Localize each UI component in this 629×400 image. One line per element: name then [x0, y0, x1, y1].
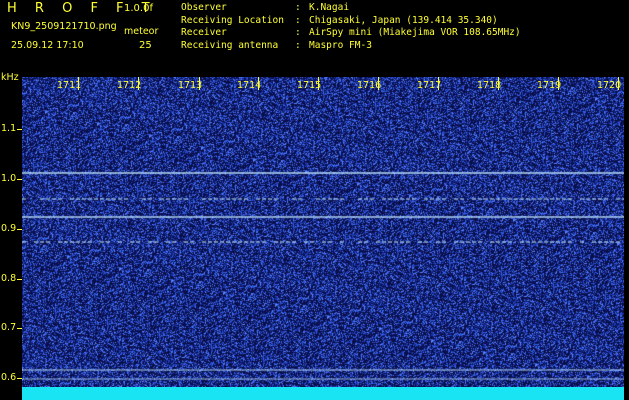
right-frame — [624, 72, 629, 400]
y-tick-label: 0.8 — [1, 273, 17, 284]
y-tick-mark — [17, 378, 22, 379]
y-tick-label: 0.9 — [1, 223, 17, 234]
info-row-antenna: Receiving antenna: Maspro FM-3 — [181, 39, 372, 51]
x-tick-mark — [498, 77, 499, 90]
meteor-count: 25 — [139, 40, 152, 51]
info-key: Receiving Location — [181, 14, 284, 26]
x-tick-mark — [318, 77, 319, 90]
header: H R O F F T 1.0.0f KN9_2509121710.png 25… — [0, 0, 629, 72]
y-tick-mark — [17, 179, 22, 180]
x-tick-mark — [138, 77, 139, 90]
meteor-label: meteor — [124, 26, 159, 37]
spectrogram-canvas — [22, 77, 624, 387]
spectrogram-bottom-band — [22, 387, 624, 400]
info-row-observer: Observer: K.Nagai — [181, 2, 350, 13]
version-label: 1.0.0f — [124, 3, 153, 14]
x-tick-mark — [78, 77, 79, 90]
frequency-axis: kHz — [0, 72, 22, 400]
y-tick-mark — [17, 129, 22, 130]
x-tick-mark — [258, 77, 259, 90]
info-key: Observer — [181, 2, 227, 13]
info-key: Receiver — [181, 27, 227, 38]
y-tick-mark — [17, 328, 22, 329]
y-tick-label: 0.6 — [1, 372, 17, 383]
axis-unit-label: kHz — [1, 72, 19, 83]
y-tick-label: 1.1 — [1, 123, 17, 134]
datetime-label: 25.09.12 17:10 — [11, 40, 84, 51]
y-tick-mark — [17, 229, 22, 230]
x-tick-mark — [199, 77, 200, 90]
y-tick-mark — [17, 279, 22, 280]
info-value: Maspro FM-3 — [309, 39, 372, 51]
x-tick-mark — [618, 77, 619, 90]
x-tick-mark — [558, 77, 559, 90]
x-tick-mark — [378, 77, 379, 90]
y-tick-label: 0.7 — [1, 322, 17, 333]
info-value: Chigasaki, Japan (139.414 35.340) — [309, 14, 498, 26]
info-key: Receiving antenna — [181, 39, 279, 51]
info-row-receiver: Receiver: AirSpy mini (Miakejima VOR 108… — [181, 27, 521, 38]
spectrogram[interactable] — [22, 77, 624, 387]
y-tick-label: 1.0 — [1, 173, 17, 184]
station-info: Observer: K.Nagai Receiving Location: Ch… — [181, 2, 521, 52]
x-tick-mark — [438, 77, 439, 90]
info-row-location: Receiving Location: Chigasaki, Japan (13… — [181, 14, 498, 26]
info-value: AirSpy mini (Miakejima VOR 108.65MHz) — [309, 27, 521, 38]
info-value: K.Nagai — [309, 2, 350, 13]
filename-label: KN9_2509121710.png — [11, 21, 117, 32]
